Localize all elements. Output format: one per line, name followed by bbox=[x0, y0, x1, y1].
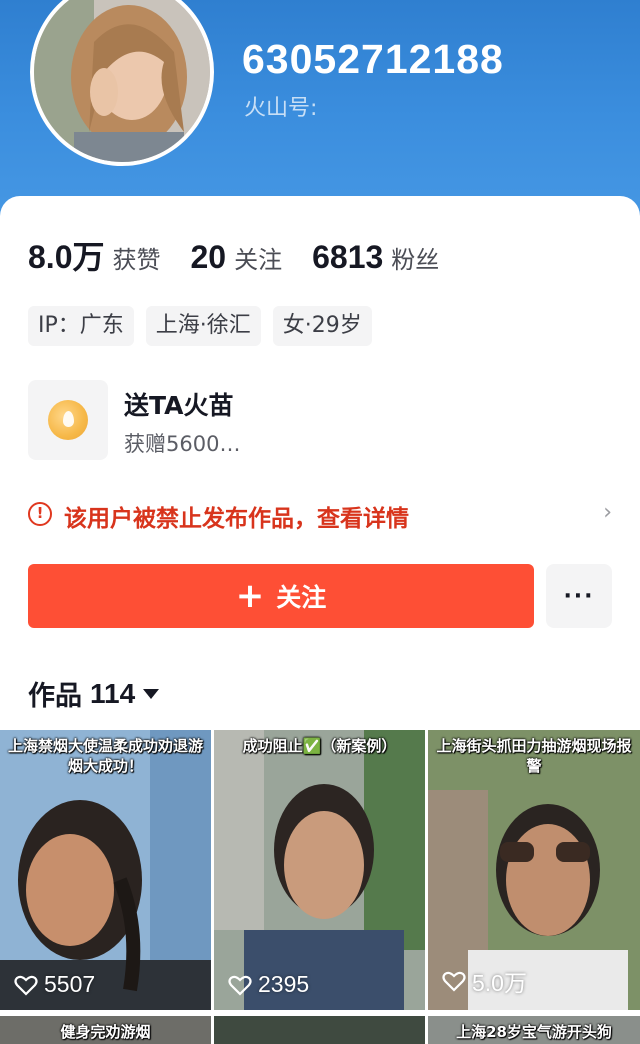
video-likes: 2395 bbox=[228, 971, 309, 998]
stat-likes: 8.0万 获赞 bbox=[28, 232, 161, 278]
stat-followers-label: 粉丝 bbox=[391, 246, 440, 274]
stat-following[interactable]: 20 关注 bbox=[191, 239, 283, 276]
video-caption: 健身完劝游烟 bbox=[60, 1023, 151, 1041]
profile-tags: IP：广东 上海·徐汇 女·29岁 bbox=[28, 306, 384, 346]
chevron-right-icon: › bbox=[603, 500, 612, 525]
heart-icon bbox=[228, 975, 252, 996]
video-tile[interactable]: 上海禁烟大使温柔成功劝退游烟大成功！ 5507 bbox=[0, 730, 211, 1010]
video-tile[interactable] bbox=[214, 1016, 425, 1044]
tag-gender-age: 女·29岁 bbox=[272, 306, 372, 346]
works-label: 作品 bbox=[28, 681, 82, 712]
gift-title: 送TA火苗 bbox=[124, 391, 234, 420]
avatar-photo bbox=[34, 0, 210, 162]
tag-location[interactable]: 上海·徐汇 bbox=[145, 306, 261, 346]
stat-likes-label: 获赞 bbox=[112, 246, 161, 274]
heart-icon bbox=[14, 975, 38, 996]
stat-following-label: 关注 bbox=[234, 246, 283, 274]
ban-notice[interactable]: ! 该用户被禁止发布作品，查看详情 › bbox=[28, 496, 612, 536]
video-grid: 上海禁烟大使温柔成功劝退游烟大成功！ 5507 成功阻止✅（新案例） 2395 bbox=[0, 730, 640, 1044]
send-flame-entry[interactable]: 送TA火苗 获赠5600… bbox=[28, 380, 628, 466]
stat-likes-value: 8.0万 bbox=[28, 239, 105, 275]
more-button[interactable]: ··· bbox=[546, 564, 612, 628]
video-caption: 上海28岁宝气游开头狗 bbox=[456, 1023, 612, 1041]
caret-down-icon bbox=[143, 688, 160, 699]
gift-subtitle: 获赠5600… bbox=[124, 432, 241, 456]
like-count: 2395 bbox=[258, 971, 310, 997]
user-id: 63052712188 bbox=[242, 36, 504, 82]
avatar[interactable] bbox=[30, 0, 214, 166]
follow-label: 关注 bbox=[276, 583, 327, 612]
works-tab[interactable]: 作品 114 bbox=[28, 674, 160, 713]
video-caption: 成功阻止✅（新案例） bbox=[242, 737, 397, 755]
flame-coin-box bbox=[28, 380, 108, 460]
flame-coin-icon bbox=[48, 400, 88, 440]
video-thumbnail bbox=[214, 730, 425, 1010]
heart-icon bbox=[442, 971, 466, 992]
stat-followers-value: 6813 bbox=[312, 239, 384, 275]
flame-icon bbox=[63, 411, 74, 427]
video-caption: 上海禁烟大使温柔成功劝退游烟大成功！ bbox=[7, 737, 203, 775]
stats-row: 8.0万 获赞 20 关注 6813 粉丝 bbox=[28, 232, 469, 278]
video-likes: 5507 bbox=[14, 971, 95, 998]
stat-followers[interactable]: 6813 粉丝 bbox=[312, 239, 439, 276]
huoshan-id-label: 火山号: bbox=[244, 96, 318, 121]
profile-card: 8.0万 获赞 20 关注 6813 粉丝 IP：广东 上海·徐汇 女·29岁 … bbox=[0, 196, 640, 1044]
video-likes: 5.0万 bbox=[442, 964, 527, 998]
like-count: 5.0万 bbox=[472, 970, 527, 996]
like-count: 5507 bbox=[44, 971, 96, 997]
video-tile[interactable]: 成功阻止✅（新案例） 2395 bbox=[214, 730, 425, 1010]
works-count: 114 bbox=[90, 677, 136, 709]
video-tile[interactable]: 健身完劝游烟 bbox=[0, 1016, 211, 1044]
video-tile[interactable]: 上海28岁宝气游开头狗 bbox=[428, 1016, 640, 1044]
ban-notice-text: 该用户被禁止发布作品，查看详情 bbox=[64, 506, 409, 532]
video-caption: 上海街头抓田力抽游烟现场报警 bbox=[436, 737, 632, 775]
stat-following-value: 20 bbox=[190, 239, 227, 275]
plus-icon: + bbox=[235, 576, 265, 616]
video-tile[interactable]: 上海街头抓田力抽游烟现场报警 5.0万 bbox=[428, 730, 640, 1010]
follow-button[interactable]: + 关注 bbox=[28, 564, 534, 628]
warning-icon: ! bbox=[28, 502, 52, 526]
tag-ip: IP：广东 bbox=[28, 306, 134, 346]
